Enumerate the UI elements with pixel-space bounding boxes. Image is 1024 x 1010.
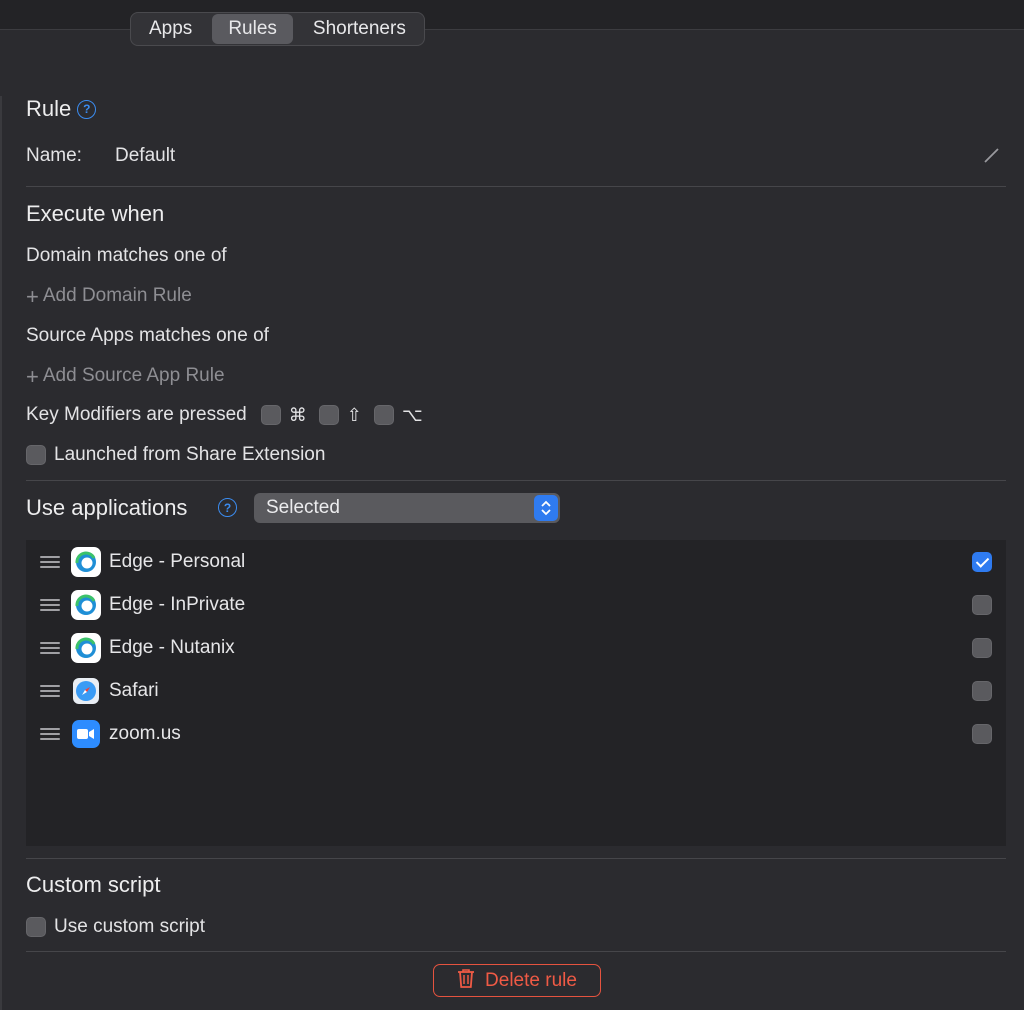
use-applications-title: Use applications	[26, 495, 188, 520]
key-modifiers-label: Key Modifiers are pressed	[26, 404, 247, 425]
plus-icon: +	[26, 363, 39, 389]
custom-script-label: Use custom script	[54, 916, 205, 937]
left-border	[0, 96, 2, 1010]
domain-label: Domain matches one of	[26, 245, 227, 266]
app-name: Safari	[109, 679, 159, 701]
edge-icon	[71, 546, 101, 577]
custom-script-checkbox[interactable]	[26, 917, 46, 937]
tab-apps[interactable]: Apps	[133, 14, 208, 44]
divider	[26, 480, 1006, 481]
trash-icon	[457, 968, 475, 994]
app-enabled-checkbox[interactable]	[972, 551, 992, 572]
tab-switcher: Apps Rules Shorteners	[130, 12, 425, 46]
zoom-icon	[72, 719, 100, 748]
custom-script-title: Custom script	[26, 872, 161, 897]
share-extension-label: Launched from Share Extension	[54, 444, 326, 465]
drag-handle-icon[interactable]	[40, 727, 60, 740]
tab-rules[interactable]: Rules	[212, 14, 293, 44]
list-item[interactable]: Safari	[26, 669, 1006, 712]
delete-rule-label: Delete rule	[485, 969, 577, 991]
help-icon[interactable]: ?	[218, 498, 237, 517]
app-name: Edge - Personal	[109, 550, 246, 572]
command-key-icon: ⌘	[288, 404, 307, 425]
add-domain-rule-button[interactable]: + Add Domain Rule	[26, 285, 192, 307]
name-field[interactable]: Default	[115, 145, 175, 167]
rule-title: Rule	[26, 96, 72, 121]
app-enabled-checkbox[interactable]	[972, 723, 992, 744]
applications-list: Edge - Personal Edge - InPrivate Edge - …	[26, 540, 1006, 846]
option-key-icon: ⌥	[401, 404, 423, 425]
delete-rule-button[interactable]: Delete rule	[433, 964, 601, 997]
execute-when-title: Execute when	[26, 201, 165, 226]
add-domain-rule-label: Add Domain Rule	[42, 285, 192, 306]
tab-shorteners[interactable]: Shorteners	[297, 14, 422, 44]
pencil-icon[interactable]	[982, 145, 1002, 165]
safari-icon	[73, 677, 99, 704]
chevron-up-down-icon	[534, 495, 558, 521]
plus-icon: +	[26, 283, 39, 309]
divider	[26, 186, 1006, 187]
list-item[interactable]: zoom.us	[26, 712, 1006, 755]
custom-script-row: Use custom script	[26, 916, 205, 938]
share-extension-row: Launched from Share Extension	[26, 444, 325, 466]
option-checkbox[interactable]	[373, 405, 394, 425]
rule-header: Rule ?	[26, 96, 97, 122]
app-enabled-checkbox[interactable]	[972, 594, 992, 615]
drag-handle-icon[interactable]	[40, 641, 60, 654]
divider	[26, 951, 1006, 952]
shift-checkbox[interactable]	[318, 405, 339, 425]
shift-key-icon: ⇧	[346, 404, 362, 425]
list-item[interactable]: Edge - Nutanix	[26, 626, 1006, 669]
app-name: Edge - Nutanix	[109, 636, 235, 658]
drag-handle-icon[interactable]	[40, 555, 60, 568]
app-name: Edge - InPrivate	[109, 593, 246, 615]
app-enabled-checkbox[interactable]	[972, 637, 992, 658]
rule-editor: Rule ? Name: Default Execute when Domain…	[26, 0, 1006, 1010]
name-label: Name:	[26, 145, 82, 166]
add-source-app-rule-label: Add Source App Rule	[42, 365, 225, 386]
share-extension-checkbox[interactable]	[26, 445, 46, 465]
command-checkbox[interactable]	[260, 405, 281, 425]
edge-icon	[71, 589, 101, 620]
edge-icon	[71, 632, 101, 663]
list-item[interactable]: Edge - Personal	[26, 540, 1006, 583]
applications-select-value: Selected	[266, 497, 340, 518]
applications-select[interactable]: Selected	[254, 493, 560, 523]
app-name: zoom.us	[109, 722, 181, 744]
app-enabled-checkbox[interactable]	[972, 680, 992, 701]
key-modifiers-row: Key Modifiers are pressed ⌘ ⇧ ⌥	[26, 404, 423, 426]
divider	[26, 858, 1006, 859]
drag-handle-icon[interactable]	[40, 598, 60, 611]
add-source-app-rule-button[interactable]: + Add Source App Rule	[26, 365, 225, 387]
help-icon[interactable]: ?	[77, 99, 97, 119]
list-item[interactable]: Edge - InPrivate	[26, 583, 1006, 626]
drag-handle-icon[interactable]	[40, 684, 60, 697]
source-apps-label: Source Apps matches one of	[26, 325, 269, 346]
